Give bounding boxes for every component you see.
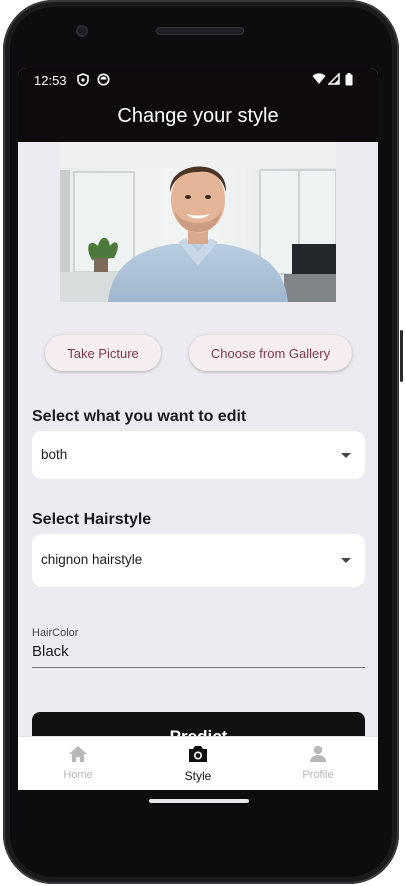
chevron-down-icon	[341, 558, 351, 563]
choose-from-gallery-button[interactable]: Choose from Gallery	[189, 335, 352, 371]
app-screen: 12:53 Change your style Take Picture Cho…	[18, 68, 378, 790]
signal-icon	[327, 72, 340, 88]
predict-button[interactable]: Predict	[32, 712, 365, 736]
battery-icon	[345, 73, 353, 89]
portrait-image	[60, 142, 336, 302]
chevron-down-icon	[341, 453, 351, 458]
edit-dropdown-value: both	[41, 447, 68, 462]
camera-icon	[189, 746, 207, 762]
nav-item-style[interactable]: Style	[138, 737, 258, 790]
nav-item-home[interactable]: Home	[18, 737, 138, 790]
nav-label-profile: Profile	[302, 769, 334, 781]
sync-icon	[97, 73, 110, 89]
shield-icon	[77, 73, 89, 89]
bottom-navigation: Home Style Profile	[18, 736, 378, 790]
front-camera	[76, 25, 88, 37]
status-time: 12:53	[34, 73, 67, 88]
nav-label-style: Style	[184, 769, 212, 783]
status-bar: 12:53	[18, 68, 378, 94]
edit-select-label: Select what you want to edit	[32, 408, 247, 425]
hairstyle-dropdown-value: chignon hairstyle	[41, 552, 143, 567]
selected-photo	[60, 142, 336, 302]
person-icon	[310, 745, 326, 762]
take-picture-button[interactable]: Take Picture	[45, 335, 161, 371]
main-content[interactable]: Take Picture Choose from Gallery Select …	[18, 142, 378, 736]
earpiece-speaker	[156, 27, 244, 35]
hair-color-input[interactable]: Black	[32, 643, 69, 660]
hair-color-label: HairColor	[32, 627, 79, 639]
app-bar: Change your style	[18, 94, 378, 142]
nav-label-home: Home	[63, 769, 93, 781]
page-title: Change your style	[117, 105, 279, 127]
hair-color-underline	[32, 667, 365, 668]
home-icon	[69, 746, 87, 762]
volume-button	[400, 330, 403, 382]
hairstyle-select-label: Select Hairstyle	[32, 511, 152, 528]
wifi-icon	[312, 73, 326, 88]
hairstyle-dropdown[interactable]: chignon hairstyle	[32, 534, 365, 587]
home-indicator[interactable]	[149, 799, 249, 803]
nav-item-profile[interactable]: Profile	[258, 737, 378, 790]
edit-dropdown[interactable]: both	[32, 431, 365, 479]
